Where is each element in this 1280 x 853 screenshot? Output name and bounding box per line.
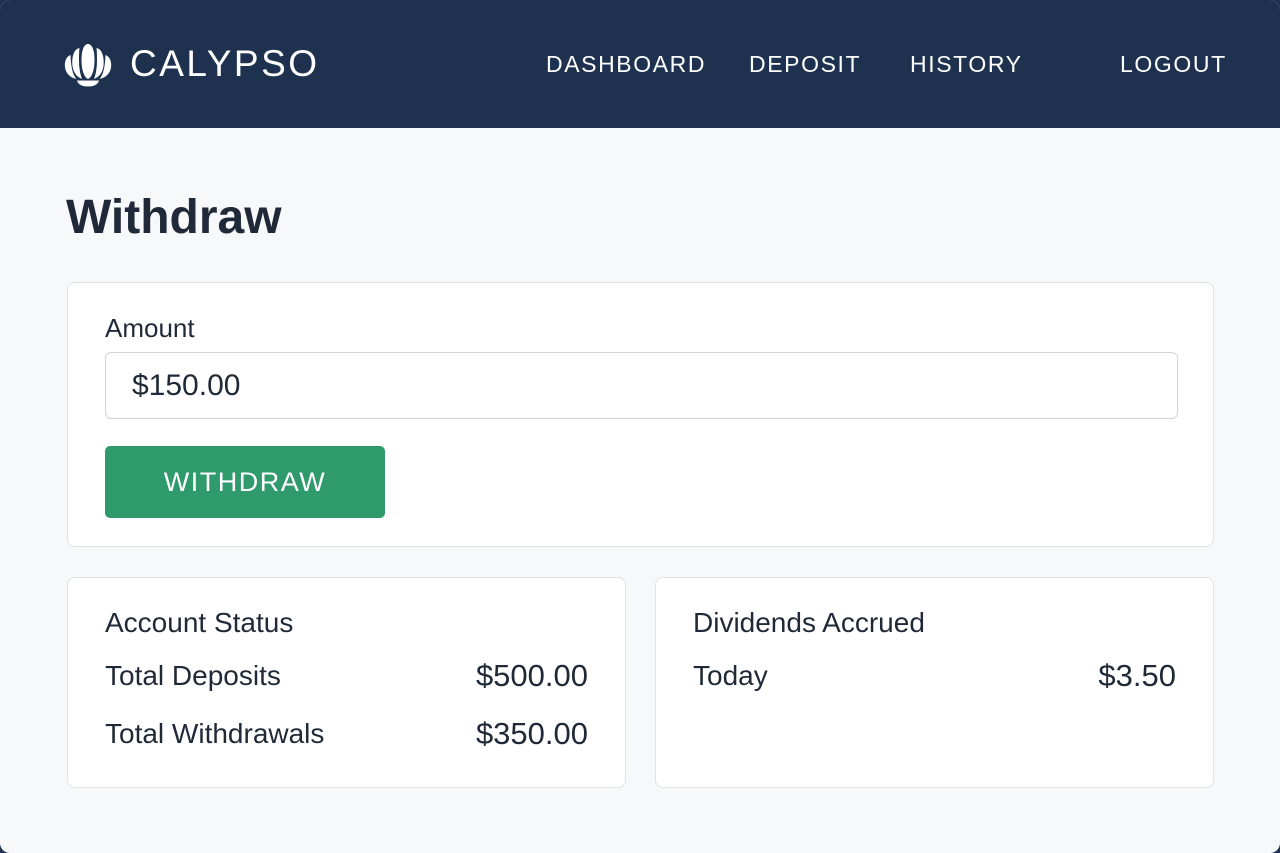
page-title: Withdraw bbox=[66, 191, 282, 244]
app-window: CALYPSO DASHBOARD DEPOSIT HISTORY LOGOUT… bbox=[0, 0, 1280, 853]
total-deposits-row: Total Deposits $500.00 bbox=[105, 658, 588, 694]
nav-history[interactable]: HISTORY bbox=[910, 51, 1023, 78]
withdraw-button[interactable]: WITHDRAW bbox=[105, 446, 385, 518]
total-deposits-value: $500.00 bbox=[475, 658, 588, 693]
amount-input[interactable] bbox=[105, 352, 1178, 419]
nav-logout[interactable]: LOGOUT bbox=[1120, 51, 1227, 78]
dividends-today-value: $3.50 bbox=[1098, 658, 1176, 693]
seashell-icon bbox=[64, 44, 112, 87]
nav-dashboard[interactable]: DASHBOARD bbox=[546, 51, 706, 78]
brand-name: CALYPSO bbox=[130, 43, 320, 84]
dividends-card: Dividends Accrued Today $3.50 bbox=[655, 577, 1214, 788]
total-withdrawals-row: Total Withdrawals $350.00 bbox=[105, 716, 588, 752]
top-navbar: CALYPSO DASHBOARD DEPOSIT HISTORY LOGOUT bbox=[0, 0, 1280, 128]
total-deposits-label: Total Deposits bbox=[105, 660, 281, 691]
account-status-heading: Account Status bbox=[105, 607, 294, 638]
nav-deposit[interactable]: DEPOSIT bbox=[749, 51, 861, 78]
brand-logo[interactable]: CALYPSO bbox=[62, 40, 320, 88]
dividends-today-row: Today $3.50 bbox=[693, 658, 1176, 694]
dividends-heading: Dividends Accrued bbox=[693, 607, 925, 638]
amount-label: Amount bbox=[105, 313, 195, 343]
total-withdrawals-value: $350.00 bbox=[475, 716, 588, 751]
dividends-today-label: Today bbox=[693, 660, 768, 691]
total-withdrawals-label: Total Withdrawals bbox=[105, 718, 325, 749]
account-status-card: Account Status Total Deposits $500.00 To… bbox=[67, 577, 626, 788]
withdraw-form-card: Amount WITHDRAW bbox=[67, 282, 1214, 547]
